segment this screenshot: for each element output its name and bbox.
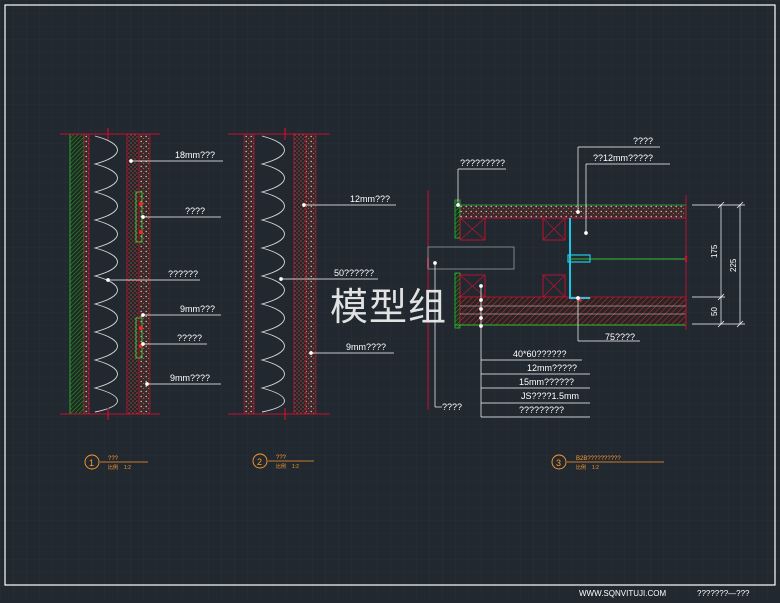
detail-3-label-5: 12mm????? (527, 363, 577, 373)
detail-2-scale-label: 比例 (276, 463, 286, 470)
lower-panel (459, 296, 687, 326)
cad-drawing-canvas: 18mm??? ???? ?????? 9mm??? ????? 9mm????… (0, 0, 780, 598)
footer-sheet-title: ???????—??? (697, 589, 750, 598)
detail-3-label-3: 75???? (605, 332, 635, 342)
detail-3-label-1: ??12mm????? (593, 153, 653, 163)
detail-3-label-7: JS????1.5mm (521, 391, 579, 401)
detail-2-label-2: 9mm???? (346, 342, 386, 352)
detail-3-scale-label: 比例 (576, 464, 586, 471)
detail-1-title: ??? (108, 456, 119, 462)
upper-panel (459, 204, 687, 219)
detail-2-label-0: 12mm??? (350, 194, 390, 204)
outer-board (305, 133, 317, 415)
detail-1-label-3: 9mm??? (180, 304, 215, 314)
detail-1-label-2: ?????? (168, 269, 198, 279)
gypsum-board-left (83, 133, 90, 415)
detail-2-scale: 1:2 (292, 464, 299, 470)
detail-2-title: ??? (276, 455, 287, 461)
finish-panel (69, 133, 85, 415)
footer-website: WWW.SQNVITUJI.COM (579, 589, 666, 598)
detail-2-number: 2 (257, 457, 262, 467)
detail-1-label-5: 9mm???? (170, 373, 210, 383)
panel-left (243, 133, 255, 415)
detail-1-label-0: 18mm??? (175, 150, 215, 160)
detail-3-scale: 1:2 (592, 465, 599, 471)
detail-3-label-9: ???? (442, 402, 462, 412)
detail-3-title: B2B?????????? (576, 456, 621, 462)
detail-3-label-0: ???? (633, 136, 653, 146)
gypsum-board-right (126, 133, 140, 415)
detail-3-label-8: ????????? (519, 405, 564, 415)
detail-1-scale: 1:2 (124, 465, 131, 471)
detail-1-label-1: ???? (185, 206, 205, 216)
detail-3-number: 3 (556, 458, 561, 468)
detail-1-number: 1 (89, 458, 94, 468)
detail-1-scale-label: 比例 (108, 464, 118, 471)
dimension-175: 175 (710, 244, 719, 258)
detail-1-label-4: ????? (177, 333, 202, 343)
watermark-text: 模型组 (330, 285, 448, 329)
dimension-50: 50 (710, 307, 719, 316)
detail-1-wall-section (60, 128, 160, 420)
dimension-225: 225 (729, 258, 738, 272)
insulation-core (253, 133, 295, 415)
gypsum-board (293, 133, 307, 415)
green-panel-lower (454, 272, 461, 329)
detail-3-label-4: 40*60?????? (513, 349, 567, 359)
insulation-core (88, 133, 128, 415)
outer-board (138, 133, 151, 415)
detail-3-label-2: ????????? (460, 158, 505, 168)
detail-3-label-6: 15mm?????? (519, 377, 574, 387)
